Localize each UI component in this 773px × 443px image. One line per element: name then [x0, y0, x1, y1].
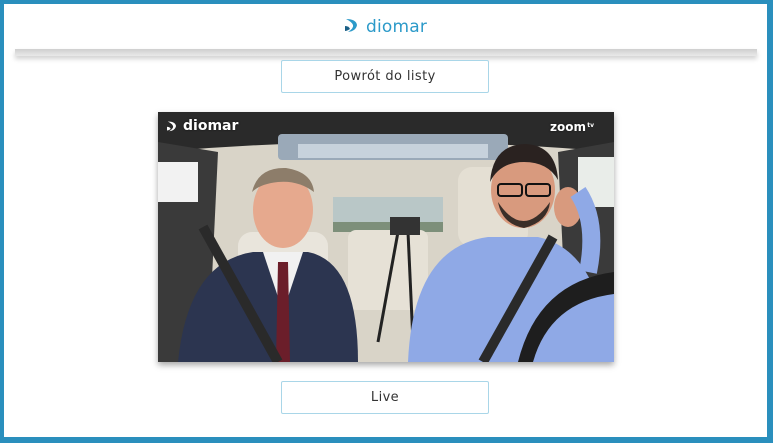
logo-bar: diomar [4, 4, 767, 49]
video-watermark-logo: diomar [166, 118, 238, 134]
live-button[interactable]: Live [281, 381, 489, 414]
video-watermark-channel: zoom [550, 120, 586, 134]
video-frame [158, 112, 614, 362]
brand-logo[interactable]: diomar [344, 17, 427, 37]
brand-name: diomar [365, 16, 428, 37]
video-watermark-brand: diomar [183, 118, 239, 134]
header-divider [15, 49, 757, 56]
diomar-swoosh-icon [344, 17, 362, 37]
diomar-swoosh-icon [166, 120, 180, 132]
video-watermark-channel-suffix: tv [587, 122, 594, 129]
page-frame: diomar Powrót do listy diomar zoom tv Li… [4, 4, 767, 437]
video-player[interactable]: diomar zoom tv [158, 112, 614, 362]
back-to-list-button[interactable]: Powrót do listy [281, 60, 489, 93]
